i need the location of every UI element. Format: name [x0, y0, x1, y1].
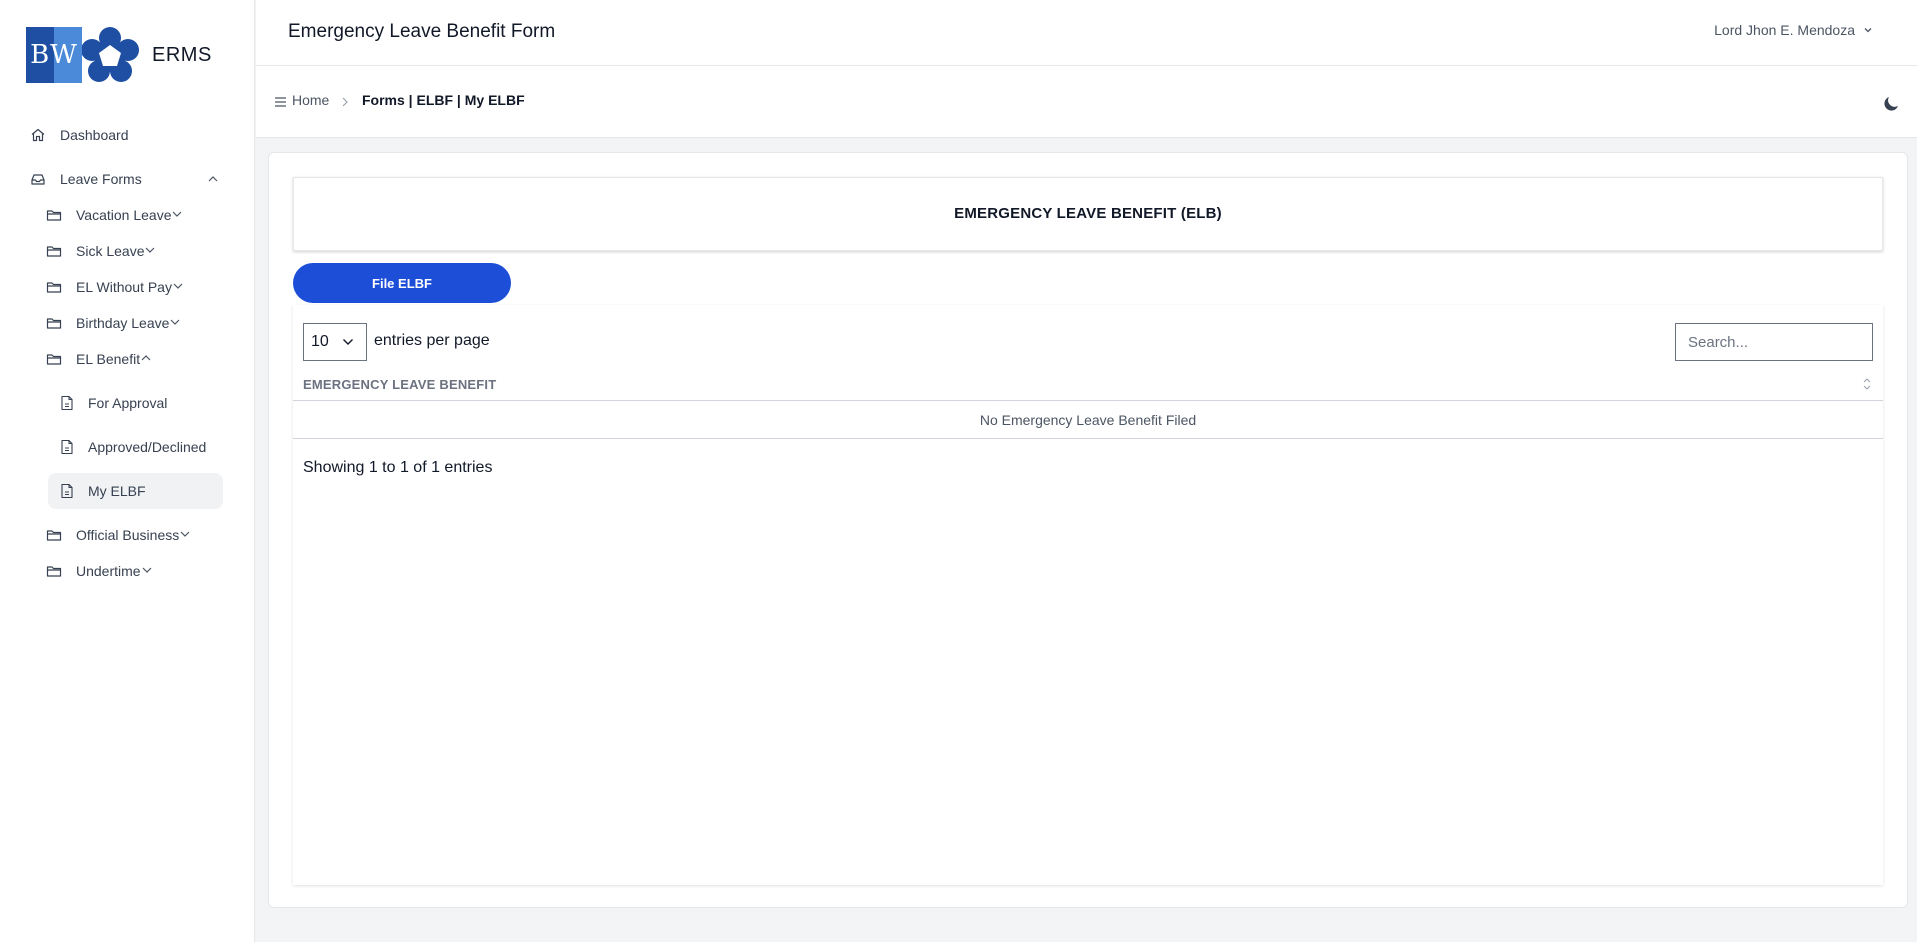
folder-icon: [46, 527, 62, 543]
folder-icon: [46, 243, 62, 259]
chevron-up-icon: [207, 173, 219, 185]
user-menu[interactable]: Lord Jhon E. Mendoza: [1714, 22, 1873, 38]
table-info: Showing 1 to 1 of 1 entries: [303, 459, 493, 476]
sidebar-item-label: Approved/Declined: [88, 439, 207, 455]
chevron-down-icon: [141, 563, 153, 579]
logo-text: BW: [30, 40, 78, 70]
chevron-down-icon: [179, 527, 191, 543]
chevron-down-icon: [171, 207, 183, 223]
sidebar-item-official-business[interactable]: Official Business: [46, 521, 226, 549]
section-title: EMERGENCY LEAVE BENEFIT (ELB): [954, 205, 1222, 222]
table-row: No Emergency Leave Benefit Filed: [293, 401, 1883, 439]
section-header: EMERGENCY LEAVE BENEFIT (ELB): [293, 177, 1883, 251]
chevron-right-icon: [342, 97, 348, 107]
logo: BW: [26, 26, 140, 84]
search-input[interactable]: [1675, 323, 1873, 361]
top-bar: Emergency Leave Benefit Form Lord Jhon E…: [256, 0, 1917, 66]
document-icon: [60, 439, 74, 455]
sidebar-item-label: Birthday Leave: [76, 315, 170, 331]
chevron-up-icon: [140, 351, 152, 367]
sidebar-item-my-elbf[interactable]: My ELBF: [48, 473, 223, 509]
entries-per-page-select[interactable]: 10: [303, 323, 367, 361]
sidebar-item-label: EL Without Pay: [76, 279, 172, 295]
sidebar-item-approved-declined[interactable]: Approved/Declined: [48, 429, 223, 465]
entries-per-page-label: entries per page: [374, 332, 490, 349]
logo-flower-icon: [81, 27, 139, 82]
sidebar-item-label: Official Business: [76, 527, 180, 543]
sidebar-item-el-benefit[interactable]: EL Benefit: [46, 345, 226, 373]
sidebar-item-label: Leave Forms: [60, 171, 142, 187]
sidebar-item-undertime[interactable]: Undertime: [46, 557, 226, 585]
home-icon: [30, 127, 46, 143]
brand[interactable]: BW ERMS: [26, 26, 212, 84]
chevron-down-icon: [169, 315, 181, 331]
sidebar-item-label: Dashboard: [60, 127, 129, 143]
chevron-down-icon: [144, 243, 156, 259]
per-page-value: 10: [311, 333, 329, 350]
hamburger-icon[interactable]: [274, 96, 287, 108]
folder-icon: [46, 315, 62, 331]
chevron-down-icon: [343, 339, 353, 345]
breadcrumb-home-link[interactable]: Home: [292, 92, 329, 108]
sidebar-item-label: Undertime: [76, 563, 141, 579]
sidebar: BW ERMS Dashboard Leave Forms Vacation L…: [0, 0, 255, 942]
main-content-card: EMERGENCY LEAVE BENEFIT (ELB) File ELBF …: [268, 152, 1908, 908]
breadcrumb-current: Forms | ELBF | My ELBF: [362, 92, 525, 108]
sidebar-item-label: For Approval: [88, 395, 168, 411]
inbox-icon: [30, 171, 46, 187]
sort-icon[interactable]: [1863, 375, 1871, 393]
sidebar-item-birthday-leave[interactable]: Birthday Leave: [46, 309, 226, 337]
logo-bw: BW: [26, 27, 82, 83]
sidebar-item-label: EL Benefit: [76, 351, 141, 367]
sidebar-item-sick-leave[interactable]: Sick Leave: [46, 237, 226, 265]
sidebar-item-label: My ELBF: [88, 483, 146, 499]
page-title: Emergency Leave Benefit Form: [288, 21, 556, 42]
user-name: Lord Jhon E. Mendoza: [1714, 22, 1855, 38]
folder-icon: [46, 351, 62, 367]
folder-icon: [46, 563, 62, 579]
document-icon: [60, 483, 74, 499]
chevron-down-icon: [1863, 25, 1873, 35]
breadcrumb: Home Forms | ELBF | My ELBF: [256, 66, 1917, 138]
folder-icon: [46, 279, 62, 295]
file-elbf-button[interactable]: File ELBF: [293, 263, 511, 303]
document-icon: [60, 395, 74, 411]
app-name: ERMS: [152, 43, 212, 66]
sidebar-item-dashboard[interactable]: Dashboard: [30, 121, 129, 149]
sidebar-item-label: Sick Leave: [76, 243, 145, 259]
sidebar-item-label: Vacation Leave: [76, 207, 172, 223]
empty-table-message: No Emergency Leave Benefit Filed: [979, 412, 1197, 428]
datatable: 10 entries per page EMERGENCY LEAVE BENE…: [293, 305, 1883, 885]
folder-icon: [46, 207, 62, 223]
chevron-down-icon: [172, 279, 184, 295]
sidebar-item-for-approval[interactable]: For Approval: [48, 385, 223, 421]
moon-icon[interactable]: [1883, 94, 1901, 112]
sidebar-item-leave-forms[interactable]: Leave Forms: [30, 165, 225, 193]
sidebar-item-vacation-leave[interactable]: Vacation Leave: [46, 201, 226, 229]
sidebar-item-el-without-pay[interactable]: EL Without Pay: [46, 273, 226, 301]
column-header-emergency-leave-benefit[interactable]: EMERGENCY LEAVE BENEFIT: [303, 377, 496, 392]
table-header-row: EMERGENCY LEAVE BENEFIT: [293, 367, 1883, 401]
